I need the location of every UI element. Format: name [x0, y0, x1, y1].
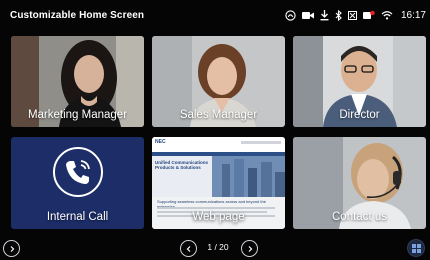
screen-title: Customizable Home Screen: [10, 9, 145, 21]
side-scroll-right-button[interactable]: [3, 240, 20, 257]
web-thumb-header: NEC: [152, 137, 285, 152]
web-thumb-headline: Unified Communications Products & Soluti…: [155, 160, 209, 170]
wifi-icon: [381, 10, 393, 20]
tile-label: Internal Call: [46, 211, 109, 223]
tile-label: Director: [339, 109, 380, 121]
previous-page-button[interactable]: [180, 240, 197, 257]
tile-sales-manager[interactable]: Sales Manager: [152, 36, 285, 127]
sim-icon: [362, 10, 375, 20]
tile-marketing-manager[interactable]: Marketing Manager: [11, 36, 144, 127]
bluetooth-icon: [335, 9, 342, 21]
tile-label: Web page: [192, 211, 245, 223]
web-thumb-brand: NEC: [155, 139, 166, 145]
download-icon: [320, 9, 329, 21]
signal-off-icon: [347, 10, 357, 20]
tile-web-page[interactable]: NEC Unified Communications Products & So…: [152, 137, 285, 229]
tile-label: Sales Manager: [179, 109, 258, 121]
home-screen: Customizable Home Screen 16:17 Marketing…: [0, 0, 430, 260]
web-thumb-text-line: [157, 207, 275, 209]
web-thumb-menu: [241, 141, 281, 144]
status-bar: Customizable Home Screen 16:17: [0, 0, 430, 30]
chevron-left-icon: [186, 245, 190, 252]
chevron-right-icon: [248, 245, 252, 252]
phone-call-icon: [53, 147, 103, 197]
tile-label: Contact us: [332, 211, 387, 223]
status-icons: 16:17: [285, 9, 426, 21]
next-page-button[interactable]: [241, 240, 258, 257]
tile-internal-call[interactable]: Internal Call: [11, 137, 144, 229]
page-indicator: 1 / 20: [207, 242, 229, 252]
tile-label: Marketing Manager: [27, 109, 128, 121]
headset-status-icon: [285, 9, 296, 21]
web-thumb-hero: Unified Communications Products & Soluti…: [152, 156, 285, 197]
bottom-nav: 1 / 20: [0, 238, 430, 260]
tile-contact-us[interactable]: Contact us: [293, 137, 426, 229]
video-icon: [301, 11, 314, 20]
chevron-right-icon: [10, 245, 14, 252]
app-grid-button[interactable]: [407, 239, 425, 257]
clock: 16:17: [400, 9, 426, 21]
tile-director[interactable]: Director: [293, 36, 426, 127]
grid-icon: [411, 243, 421, 253]
